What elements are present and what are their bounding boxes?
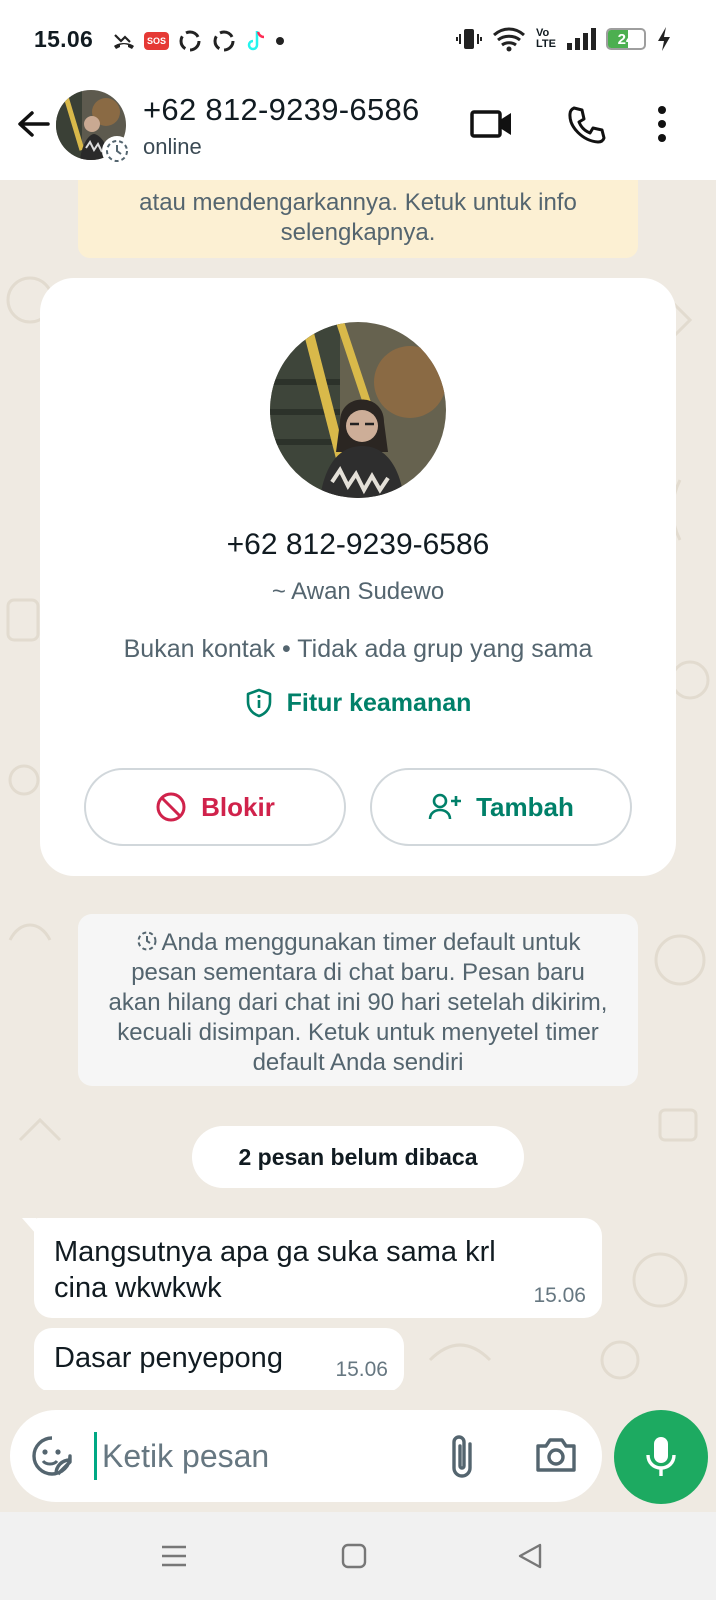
back-arrow-icon[interactable] bbox=[14, 104, 54, 144]
system-navigation-bar bbox=[0, 1512, 716, 1600]
microphone-icon bbox=[646, 1437, 676, 1476]
message-composer bbox=[10, 1410, 602, 1502]
home-icon[interactable] bbox=[340, 1542, 368, 1570]
block-icon bbox=[156, 792, 186, 822]
contact-push-name: ~ Awan Sudewo bbox=[271, 578, 445, 605]
volte-bottom: LTE bbox=[536, 38, 556, 50]
contact-phone: +62 812-9239-6586 bbox=[226, 528, 490, 561]
add-person-icon bbox=[428, 793, 462, 820]
contact-avatar[interactable] bbox=[270, 322, 446, 498]
add-contact-label: Tambah bbox=[476, 791, 574, 822]
more-options-icon[interactable] bbox=[656, 104, 668, 144]
status-bar: 15.06 SOS Vo LTE 24 bbox=[0, 0, 716, 80]
timer-icon bbox=[137, 931, 157, 951]
security-features-label: Fitur keamanan bbox=[286, 688, 472, 717]
status-time: 15.06 bbox=[34, 26, 94, 52]
voice-message-button[interactable] bbox=[614, 1410, 708, 1504]
status-left-icons: SOS bbox=[112, 28, 285, 54]
unread-messages-divider: 2 pesan belum dibaca bbox=[192, 1126, 524, 1188]
text-caret bbox=[94, 1432, 97, 1480]
security-features-link[interactable]: Fitur keamanan bbox=[40, 688, 676, 718]
status-right-icons: Vo LTE 24 bbox=[456, 26, 672, 52]
message-text: Dasar penyepong bbox=[54, 1342, 283, 1374]
tiktok-icon bbox=[247, 31, 265, 51]
volte-icon: Vo LTE bbox=[536, 28, 556, 50]
battery-icon: 24 bbox=[606, 28, 646, 50]
bubble-tail bbox=[22, 1218, 36, 1234]
sync-icon bbox=[179, 30, 201, 52]
paperclip-icon[interactable] bbox=[446, 1432, 480, 1480]
shield-icon bbox=[246, 688, 271, 718]
nav-back-icon[interactable] bbox=[516, 1542, 544, 1570]
contact-profile-card: +62 812-9239-6586 ~ Awan Sudewo Bukan ko… bbox=[40, 278, 676, 876]
signal-icon bbox=[567, 28, 596, 50]
chat-title[interactable]: +62 812-9239-6586 bbox=[143, 92, 420, 128]
voice-call-icon[interactable] bbox=[566, 104, 606, 144]
charging-icon bbox=[658, 27, 670, 51]
encryption-banner-line1: atau mendengarkannya. Ketuk untuk info bbox=[139, 189, 577, 216]
message-input[interactable] bbox=[102, 1430, 422, 1482]
chat-area[interactable]: atau mendengarkannya. Ketuk untuk info s… bbox=[0, 180, 716, 1390]
sos-icon: SOS bbox=[144, 32, 170, 50]
incoming-message[interactable]: Mangsutnya apa ga suka sama krl cina wkw… bbox=[22, 1218, 602, 1318]
vibrate-icon bbox=[456, 29, 483, 49]
video-call-icon[interactable] bbox=[470, 104, 514, 144]
encryption-banner-line2: selengkapnya. bbox=[280, 219, 436, 246]
disappearing-messages-notice[interactable]: Anda menggunakan timer default untuk pes… bbox=[78, 914, 638, 1086]
block-button[interactable]: Blokir bbox=[84, 768, 346, 846]
message-text: Mangsutnya apa ga suka sama krl cina wkw… bbox=[54, 1236, 496, 1304]
disappearing-messages-text: Anda menggunakan timer default untuk pes… bbox=[108, 929, 608, 1076]
contact-relation-info: Bukan kontak • Tidak ada grup yang sama bbox=[123, 635, 593, 663]
missed-call-icon bbox=[114, 34, 134, 49]
timer-icon bbox=[106, 140, 128, 162]
sticker-emoji-icon[interactable] bbox=[30, 1434, 74, 1478]
block-label: Blokir bbox=[201, 791, 275, 822]
battery-level: 24 bbox=[617, 31, 635, 48]
message-time: 15.06 bbox=[335, 1358, 388, 1381]
wifi-icon bbox=[493, 27, 526, 52]
sync-icon bbox=[213, 30, 235, 52]
chat-header: +62 812-9239-6586 online bbox=[0, 80, 716, 180]
recent-apps-icon[interactable] bbox=[160, 1542, 188, 1570]
message-time: 15.06 bbox=[533, 1284, 586, 1307]
camera-icon[interactable] bbox=[534, 1434, 578, 1474]
incoming-message[interactable]: Dasar penyepong 15.06 bbox=[34, 1328, 404, 1390]
disappearing-timer-badge bbox=[102, 136, 132, 166]
dot-icon bbox=[276, 37, 285, 45]
add-contact-button[interactable]: Tambah bbox=[370, 768, 632, 846]
encryption-banner[interactable]: atau mendengarkannya. Ketuk untuk info s… bbox=[78, 180, 638, 258]
chat-status: online bbox=[143, 134, 202, 159]
